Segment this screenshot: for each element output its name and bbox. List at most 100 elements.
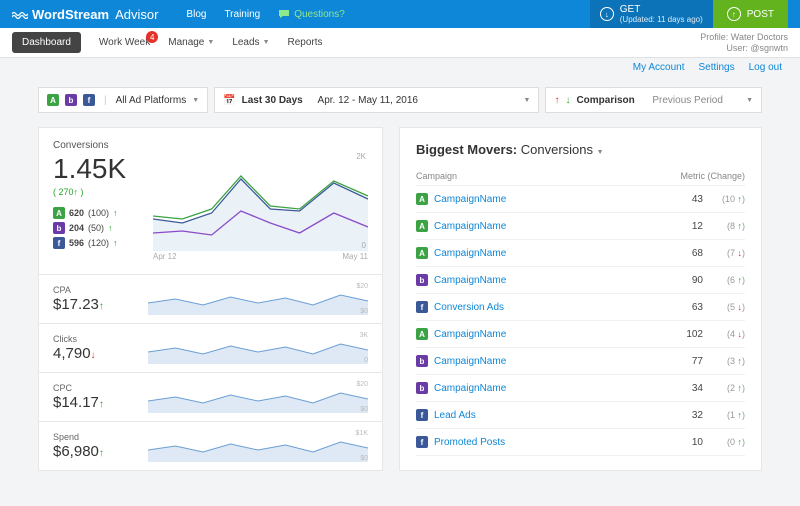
metric-value: 90 — [663, 275, 703, 286]
link-blog[interactable]: Blog — [186, 9, 206, 20]
platform-chip: A — [416, 193, 428, 205]
up-arrow-icon: ↑ — [99, 448, 104, 459]
movers-title[interactable]: Biggest Movers: Conversions ▼ — [416, 142, 745, 157]
metric-value: 43 — [663, 194, 703, 205]
up-arrow-icon: ↑ — [99, 399, 104, 410]
metric-change: (7 ↓) — [703, 248, 745, 258]
upload-icon: ↑ — [727, 7, 741, 21]
metric-row[interactable]: Clicks4,790↓3K0 — [39, 323, 382, 372]
metric-row[interactable]: Spend$6,980↑$1K$0 — [39, 421, 382, 470]
link-questions[interactable]: Questions? — [278, 9, 345, 20]
nav-dashboard[interactable]: Dashboard — [12, 32, 81, 53]
metric-change: (6 ↑) — [703, 275, 745, 285]
campaign-link[interactable]: Lead Ads — [434, 410, 663, 421]
metric-value: 34 — [663, 383, 703, 394]
nav-reports[interactable]: Reports — [288, 37, 323, 48]
filter-bar: Abf |All Ad Platforms ▼ 📅Last 30 Days Ap… — [0, 77, 800, 127]
chevron-down-icon: ▼ — [263, 39, 270, 46]
table-header: CampaignMetric (Change) — [416, 167, 745, 186]
account-info: Profile: Water DoctorsUser: @sgnwtn — [700, 32, 788, 54]
chevron-down-icon: ▼ — [524, 97, 531, 104]
link-myaccount[interactable]: My Account — [633, 62, 685, 73]
campaign-link[interactable]: CampaignName — [434, 383, 663, 394]
nav-leads[interactable]: Leads ▼ — [232, 37, 269, 48]
filter-platforms[interactable]: Abf |All Ad Platforms ▼ — [38, 87, 208, 113]
up-arrow-icon: ↑ — [108, 223, 113, 233]
metric-change: (3 ↑) — [703, 356, 745, 366]
table-row: ACampaignName12(8 ↑) — [416, 213, 745, 240]
campaign-link[interactable]: CampaignName — [434, 221, 663, 232]
metric-change: (8 ↑) — [703, 221, 745, 231]
up-arrow-icon: ↑ — [99, 301, 104, 312]
metric-row[interactable]: CPC$14.17↑$20$0 — [39, 372, 382, 421]
campaign-link[interactable]: CampaignName — [434, 275, 663, 286]
link-logout[interactable]: Log out — [749, 62, 782, 73]
table-row: fLead Ads32(1 ↑) — [416, 402, 745, 429]
get-sub: (Updated: 11 days ago) — [620, 15, 703, 24]
compare-icon: ↓ — [565, 95, 570, 106]
metric-value: 102 — [663, 329, 703, 340]
compare-icon: ↑ — [554, 95, 559, 106]
platform-chip: f — [416, 409, 428, 421]
campaign-link[interactable]: Conversion Ads — [434, 302, 663, 313]
campaign-link[interactable]: CampaignName — [434, 356, 663, 367]
link-training[interactable]: Training — [224, 9, 260, 20]
filter-date[interactable]: 📅Last 30 Days Apr. 12 - May 11, 2016▼ — [214, 87, 539, 113]
get-button[interactable]: ↓ GET(Updated: 11 days ago) — [590, 0, 713, 28]
sparkline: $20$0 — [148, 283, 368, 315]
sparkline: $1K$0 — [148, 430, 368, 462]
nav-workweek[interactable]: Work Week4 — [99, 37, 150, 48]
metric-value: $6,980↑ — [53, 443, 148, 460]
campaign-link[interactable]: Promoted Posts — [434, 437, 663, 448]
sparkline: $20$0 — [148, 381, 368, 413]
main-nav: Dashboard Work Week4 Manage ▼ Leads ▼ Re… — [0, 28, 800, 58]
conversions-card: Conversions 1.45K ( 270↑ ) A 620 (100) ↑… — [39, 128, 382, 274]
metric-change: (5 ↓) — [703, 302, 745, 312]
metric-value: 10 — [663, 437, 703, 448]
up-arrow-icon: ↑ — [113, 208, 118, 218]
nav-manage[interactable]: Manage ▼ — [168, 37, 214, 48]
table-row: ACampaignName68(7 ↓) — [416, 240, 745, 267]
campaign-link[interactable]: CampaignName — [434, 248, 663, 259]
metric-value: 77 — [663, 356, 703, 367]
brand-name: WordStream — [32, 7, 109, 22]
campaign-link[interactable]: CampaignName — [434, 194, 663, 205]
table-row: ACampaignName43(10 ↑) — [416, 186, 745, 213]
bing-chip: b — [53, 222, 65, 234]
metric-value: $17.23↑ — [53, 296, 148, 313]
brand-sub: Advisor — [115, 7, 158, 22]
metric-value: 68 — [663, 248, 703, 259]
metric-change: (4 ↓) — [703, 329, 745, 339]
metric-value: 32 — [663, 410, 703, 421]
metric-label: CPA — [53, 285, 148, 295]
link-settings[interactable]: Settings — [698, 62, 734, 73]
platform-chip: f — [416, 436, 428, 448]
logo[interactable]: WordStream Advisor — [12, 7, 158, 22]
platform-chip: b — [416, 274, 428, 286]
conversions-chart: 2K 0 Apr 12May 11 — [153, 152, 368, 262]
chevron-down-icon: ▼ — [746, 97, 753, 104]
table-row: f Promoted Posts10(0 ↑) — [416, 429, 745, 456]
metric-value: 12 — [663, 221, 703, 232]
wave-icon — [12, 9, 28, 19]
filter-comparison[interactable]: ↑↓ Comparison Previous Period ▼ — [545, 87, 762, 113]
chat-icon — [278, 9, 290, 19]
chevron-down-icon: ▼ — [207, 39, 214, 46]
metric-value: 4,790↓ — [53, 345, 148, 362]
post-label: POST — [747, 9, 774, 20]
metric-label: Clicks — [53, 334, 148, 344]
biggest-movers-card: Biggest Movers: Conversions ▼ CampaignMe… — [399, 127, 762, 471]
chevron-down-icon: ▼ — [192, 97, 199, 104]
table-row: ACampaignName102(4 ↓) — [416, 321, 745, 348]
metric-label: Spend — [53, 432, 148, 442]
platform-chip: b — [416, 382, 428, 394]
down-arrow-icon: ↓ — [91, 350, 96, 361]
metric-row[interactable]: CPA$17.23↑$20$0 — [39, 274, 382, 323]
header-right: ↓ GET(Updated: 11 days ago) ↑ POST — [590, 0, 788, 28]
metric-label: CPC — [53, 383, 148, 393]
header-links: Blog Training Questions? — [186, 9, 344, 20]
metric-change: (0 ↑) — [703, 437, 745, 447]
campaign-link[interactable]: CampaignName — [434, 329, 663, 340]
post-button[interactable]: ↑ POST — [713, 0, 788, 28]
account-links: My Account Settings Log out — [0, 58, 800, 77]
